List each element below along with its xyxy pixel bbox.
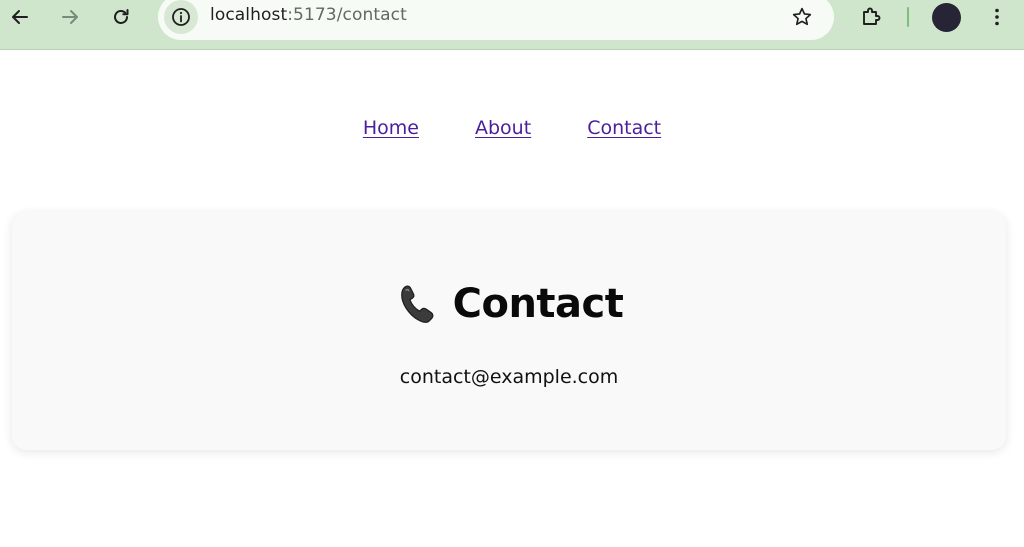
puzzle-icon bbox=[863, 7, 881, 25]
contact-email: contact@example.com bbox=[399, 366, 619, 388]
browser-toolbar: localhost:5173/contact bbox=[0, 0, 1024, 50]
address-bar[interactable]: localhost:5173/contact bbox=[158, 0, 834, 40]
nav-link-contact[interactable]: Contact bbox=[587, 117, 661, 139]
arrow-left-icon bbox=[12, 10, 28, 24]
forward-button[interactable] bbox=[55, 2, 85, 32]
url-text[interactable]: localhost:5173/contact bbox=[210, 5, 407, 25]
reload-button[interactable] bbox=[106, 2, 136, 32]
extensions-button[interactable] bbox=[856, 2, 886, 32]
toolbar-divider bbox=[907, 7, 909, 27]
reload-icon bbox=[114, 9, 129, 24]
bookmark-button[interactable] bbox=[790, 5, 814, 29]
telephone-icon bbox=[395, 281, 441, 327]
nav-link-home[interactable]: Home bbox=[363, 117, 419, 139]
url-path: :5173/contact bbox=[287, 5, 407, 25]
kebab-menu-icon bbox=[995, 8, 999, 26]
star-icon bbox=[792, 7, 812, 26]
info-icon bbox=[172, 8, 190, 26]
browser-menu-button[interactable] bbox=[982, 2, 1012, 32]
url-host: localhost bbox=[210, 5, 288, 25]
nav-link-about[interactable]: About bbox=[475, 117, 531, 139]
site-nav: Home About Contact bbox=[0, 117, 1024, 139]
profile-avatar[interactable] bbox=[932, 3, 961, 32]
back-button[interactable] bbox=[5, 2, 35, 32]
contact-card: Contact contact@example.com bbox=[12, 212, 1006, 450]
page-title: Contact bbox=[452, 281, 624, 327]
site-info-button[interactable] bbox=[164, 0, 198, 34]
contact-heading: Contact bbox=[12, 281, 1006, 327]
arrow-right-icon bbox=[62, 10, 78, 24]
